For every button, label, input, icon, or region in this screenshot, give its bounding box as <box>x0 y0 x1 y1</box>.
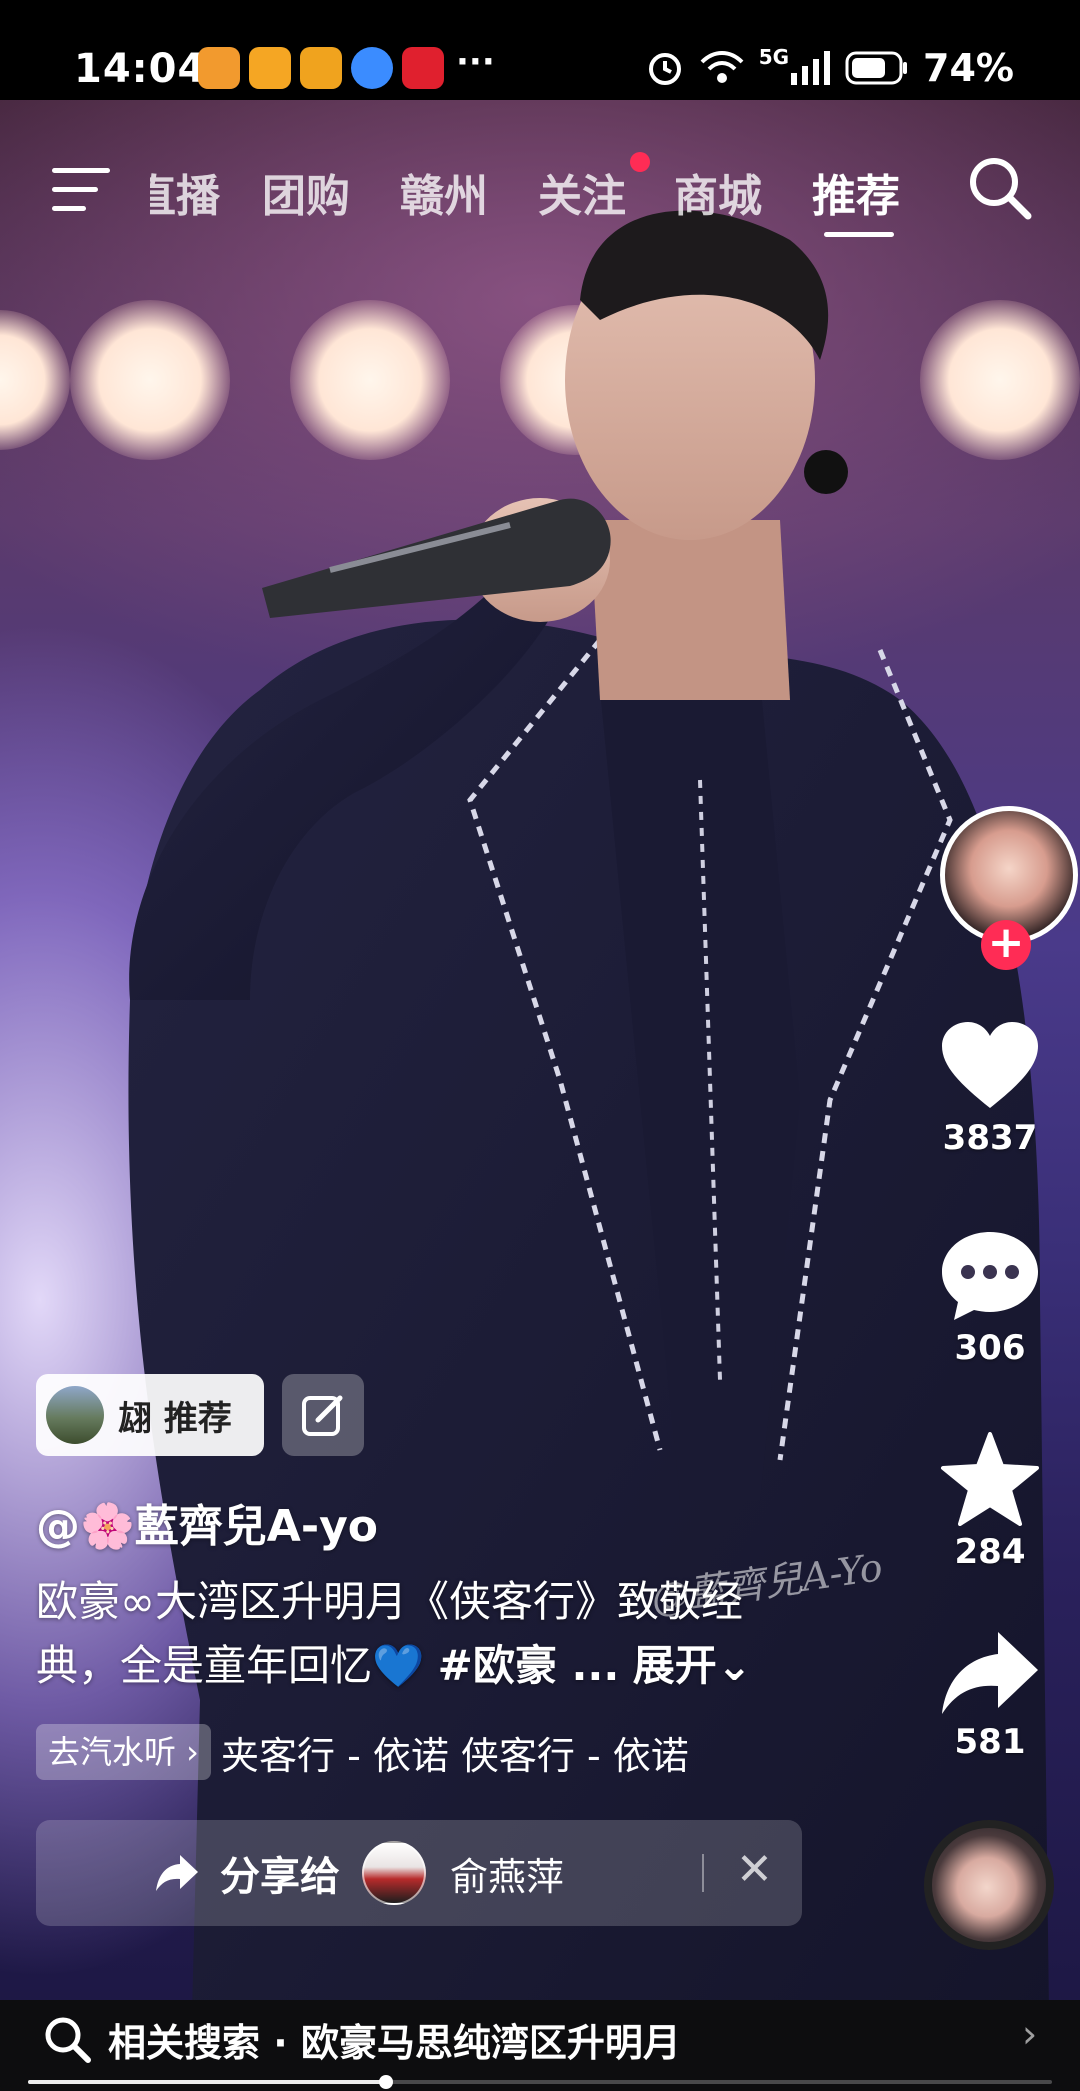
comment-icon <box>942 1232 1038 1320</box>
share-suggestion-bar[interactable]: 分享给 俞燕萍 ✕ <box>36 1820 802 1926</box>
share-arrow-icon <box>156 1855 198 1891</box>
music-track-title[interactable]: 夹客行 - 依诺 侠客行 - 依诺 <box>221 1725 689 1780</box>
tab-following[interactable]: 关注 <box>538 160 626 224</box>
contact-name: 俞燕萍 <box>450 1854 565 1899</box>
status-bar: 14:04 ··· 5G 74% <box>0 0 1080 100</box>
tab-group-buy[interactable]: 团购 <box>262 160 350 224</box>
comment-count: 306 <box>954 1328 1026 1368</box>
recommender-avatar <box>46 1386 104 1444</box>
playback-progress[interactable] <box>28 2075 1052 2089</box>
wifi-icon <box>700 51 744 83</box>
description-text: 典，全是童年回忆💙 <box>36 1641 438 1690</box>
following-notification-dot <box>630 152 650 172</box>
share-count: 581 <box>954 1722 1026 1762</box>
progress-fill <box>28 2080 387 2084</box>
author-handle[interactable]: @🌸藍齊兒A-yo <box>36 1490 378 1554</box>
edit-icon <box>302 1395 343 1436</box>
favorite-button[interactable]: 284 <box>900 1432 1080 1572</box>
tab-live[interactable]: 直播 <box>150 160 220 224</box>
status-right: 5G 74% <box>645 45 1014 90</box>
related-search-bar[interactable]: 相关搜索 · 欧豪马思纯湾区升明月 › <box>0 2000 1080 2091</box>
heart-icon <box>942 1022 1038 1108</box>
active-tab-indicator <box>824 232 894 237</box>
battery-icon <box>845 51 908 85</box>
menu-icon[interactable] <box>52 164 114 216</box>
hashtag-link[interactable]: #欧豪 ... <box>438 1641 620 1690</box>
like-button[interactable]: 3837 <box>900 1022 1080 1158</box>
more-notifications-icon: ··· <box>456 42 495 82</box>
app-notification-icon <box>300 47 342 89</box>
comment-button[interactable]: 306 <box>900 1230 1080 1368</box>
post-description: 欧豪∞大湾区升明月《侠客行》致敬经 典，全是童年回忆💙 #欧豪 ... 展开⌄ <box>36 1570 796 1698</box>
star-icon <box>941 1432 1039 1526</box>
tab-local[interactable]: 赣州 <box>400 160 488 224</box>
like-count: 3837 <box>942 1118 1038 1158</box>
music-disc-avatar[interactable] <box>924 1820 1054 1950</box>
app-notification-icon <box>402 47 444 89</box>
recommender-chip[interactable]: 翃 推荐 <box>36 1374 264 1456</box>
edit-button[interactable] <box>282 1374 364 1456</box>
favorite-count: 284 <box>954 1532 1026 1572</box>
search-icon <box>45 2017 91 2063</box>
signal-icon <box>791 51 831 85</box>
recommender-label: 翃 推荐 <box>118 1398 232 1439</box>
tab-mall[interactable]: 商城 <box>674 160 762 224</box>
follow-button[interactable]: + <box>981 920 1031 970</box>
chevron-right-icon: › <box>1022 2012 1038 2056</box>
message-notification-icon <box>351 47 393 89</box>
close-icon[interactable]: ✕ <box>736 1844 773 1895</box>
app-notification-icon <box>249 47 291 89</box>
search-icon[interactable] <box>966 154 1034 222</box>
description-line: 典，全是童年回忆💙 #欧豪 ... 展开⌄ <box>36 1634 796 1698</box>
top-nav: 直播 团购 赣州 关注 商城 推荐 <box>0 150 1080 240</box>
description-line: 欧豪∞大湾区升明月《侠客行》致敬经 <box>36 1577 743 1626</box>
battery-level: 74% <box>923 46 1014 90</box>
share-button[interactable]: 581 <box>900 1630 1080 1762</box>
music-row: 去汽水听 › 夹客行 - 依诺 侠客行 - 依诺 <box>36 1724 689 1780</box>
share-arrow-icon <box>942 1632 1038 1714</box>
share-to-label: 分享给 <box>220 1854 340 1900</box>
contact-avatar <box>362 1841 426 1905</box>
related-search-text: 相关搜索 · 欧豪马思纯湾区升明月 <box>108 2021 681 2065</box>
app-notification-icon <box>198 47 240 89</box>
expand-button[interactable]: 展开⌄ <box>633 1641 752 1690</box>
status-time: 14:04 <box>74 46 207 92</box>
listen-in-music-app-button[interactable]: 去汽水听 › <box>36 1724 211 1780</box>
network-type: 5G <box>758 45 790 69</box>
divider <box>702 1854 704 1892</box>
tab-recommend[interactable]: 推荐 <box>812 160 900 224</box>
alarm-icon <box>648 53 681 85</box>
